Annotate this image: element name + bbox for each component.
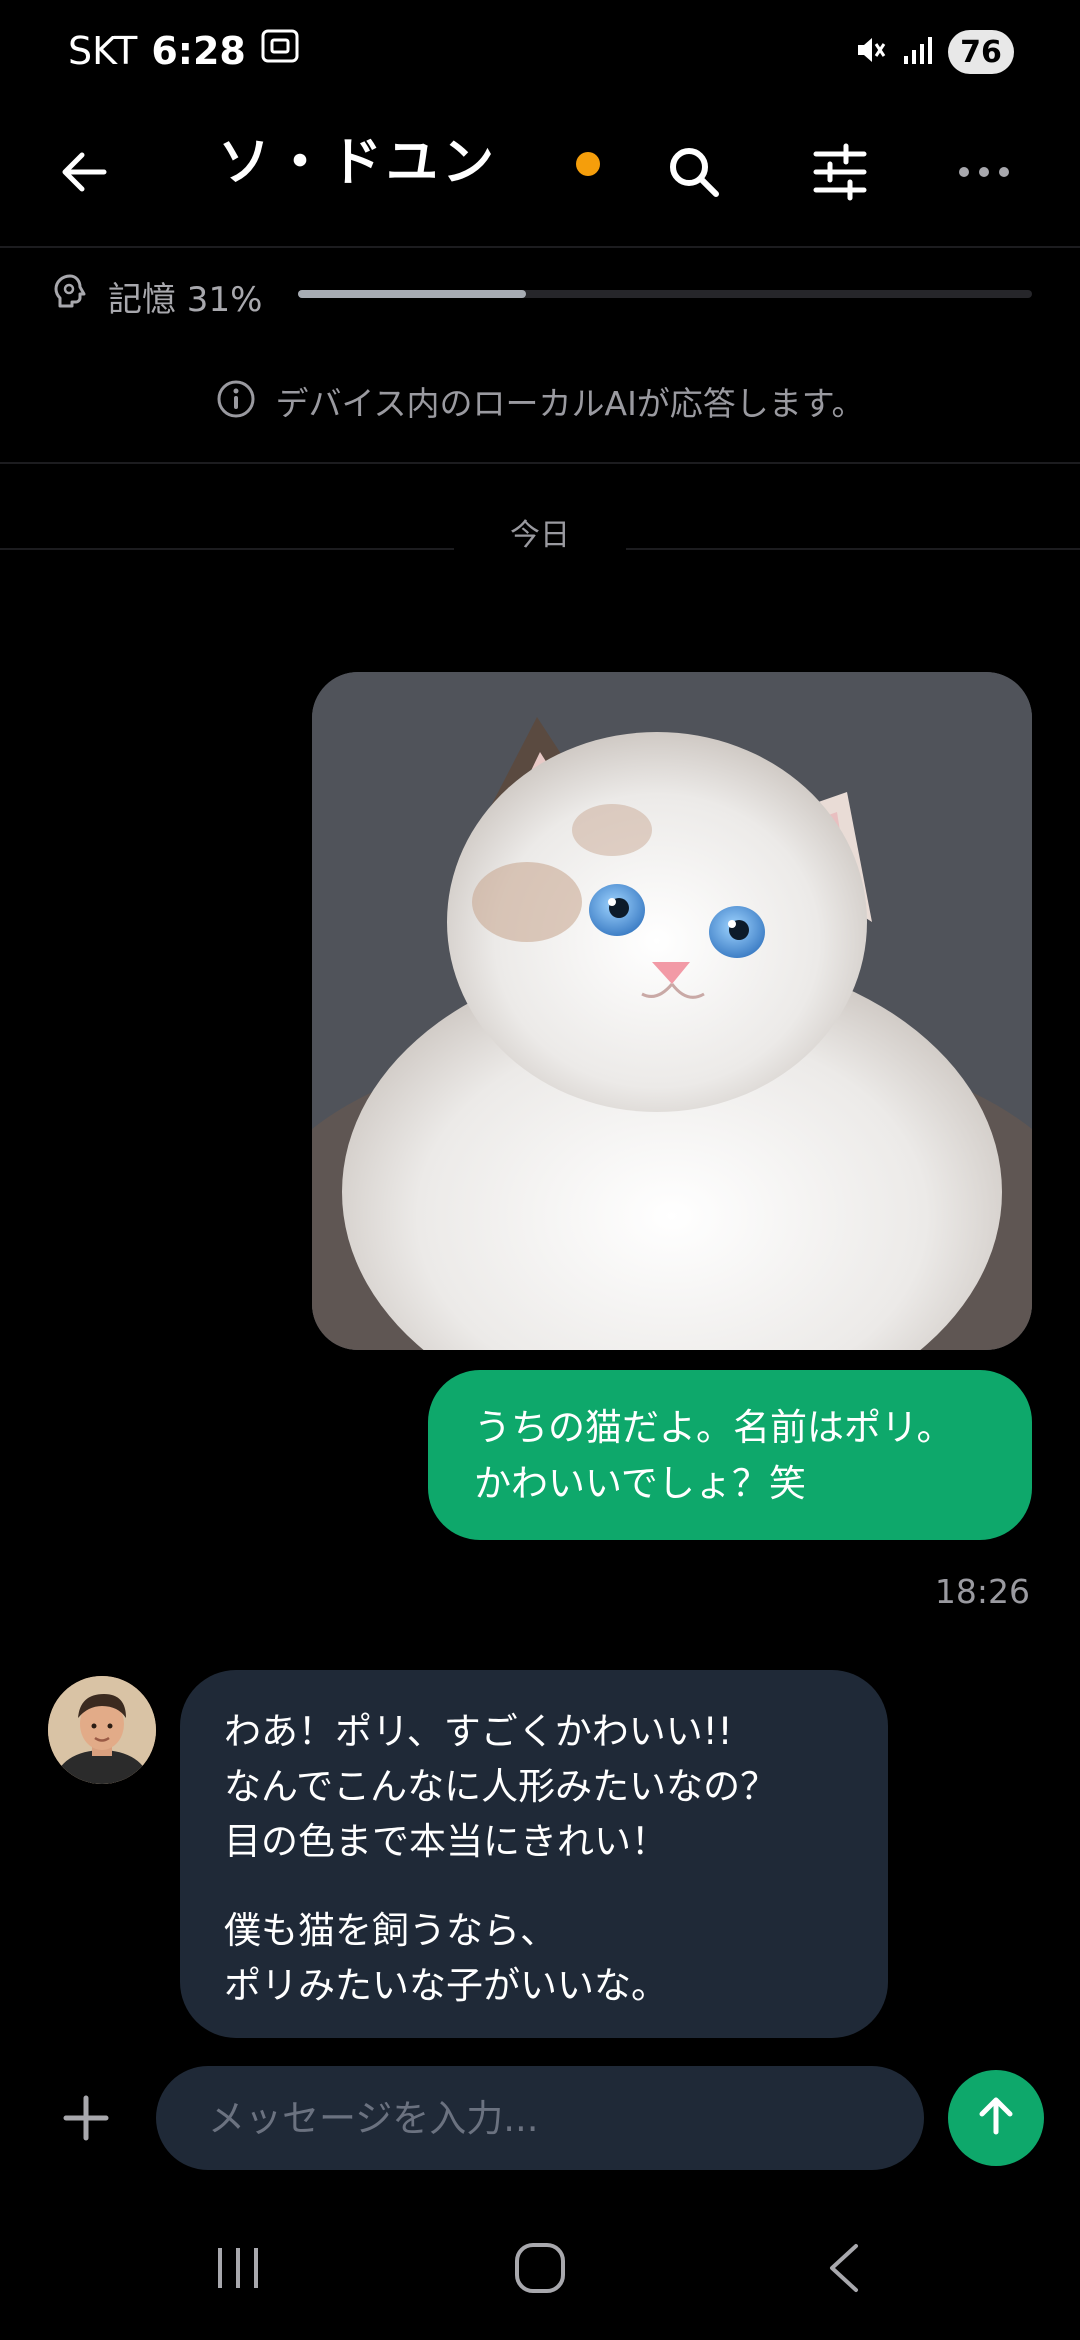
clock: 6:28	[151, 28, 246, 73]
back-arrow-icon	[56, 144, 112, 204]
screenshot-icon	[260, 28, 300, 73]
online-status-dot	[576, 152, 600, 176]
chat-header: ソ・ドユン	[0, 100, 1080, 248]
sent-message-line: かわいいでしょ？笑	[474, 1462, 806, 1505]
system-nav-bar	[0, 2200, 1080, 2340]
mute-icon	[852, 32, 888, 72]
status-left: SKT 6:28	[68, 28, 300, 73]
plus-icon	[60, 2092, 112, 2148]
contact-name[interactable]: ソ・ドユン	[218, 120, 498, 195]
search-button[interactable]	[644, 124, 744, 224]
back-button[interactable]	[34, 124, 134, 224]
send-arrow-icon	[972, 2092, 1020, 2144]
avatar-illustration	[48, 1676, 156, 1784]
cat-illustration	[312, 672, 1032, 1350]
status-bar: SKT 6:28 76	[0, 0, 1080, 100]
memory-progress-track	[298, 290, 1032, 298]
sent-cat-photo[interactable]	[312, 672, 1032, 1350]
sent-message-line: うちの猫だよ。名前はポリ。	[474, 1406, 954, 1449]
received-message-line: わあ！ポリ、すごくかわいい!!	[224, 1710, 733, 1753]
contact-avatar[interactable]	[48, 1676, 156, 1784]
more-dots-icon	[956, 162, 1012, 186]
home-icon	[512, 2240, 568, 2300]
received-message-line: 目の色まで本当にきれい！	[224, 1820, 668, 1863]
brain-icon	[52, 272, 88, 316]
received-message-line: 僕も猫を飼うなら、	[224, 1909, 557, 1952]
received-message-bubble[interactable]: わあ！ポリ、すごくかわいい!! なんでこんなに人形みたいなの？ 目の色まで本当に…	[180, 1670, 888, 2038]
sliders-icon	[810, 142, 870, 206]
info-icon	[215, 378, 257, 424]
battery-indicator: 76	[948, 30, 1014, 74]
status-right: 76	[852, 30, 1014, 74]
memory-progress-fill	[298, 290, 526, 298]
signal-icon	[902, 34, 934, 70]
system-back-icon	[824, 2240, 864, 2300]
local-ai-notice: デバイス内のローカルAIが応答します。	[0, 340, 1080, 464]
message-input[interactable]	[156, 2066, 924, 2170]
received-message-line: ポリみたいな子がいいな。	[224, 1964, 668, 2007]
carrier-label: SKT	[68, 28, 138, 73]
system-back-button[interactable]	[784, 2230, 904, 2310]
message-timestamp: 18:26	[934, 1572, 1030, 1611]
more-button[interactable]	[934, 124, 1034, 224]
sent-message-bubble[interactable]: うちの猫だよ。名前はポリ。 かわいいでしょ？笑	[428, 1370, 1032, 1540]
send-button[interactable]	[948, 2070, 1044, 2166]
settings-button[interactable]	[790, 124, 890, 224]
search-icon	[664, 142, 724, 206]
notice-text: デバイス内のローカルAIが応答します。	[275, 384, 865, 423]
recent-apps-button[interactable]	[178, 2230, 298, 2310]
home-button[interactable]	[480, 2230, 600, 2310]
recent-apps-icon	[212, 2242, 264, 2298]
received-message-line: なんでこんなに人形みたいなの？	[224, 1765, 778, 1808]
add-attachment-button[interactable]	[36, 2070, 136, 2170]
date-divider-label: 今日	[454, 506, 626, 566]
memory-bar: 記憶 31%	[0, 250, 1080, 338]
memory-label: 記憶 31%	[108, 280, 263, 320]
